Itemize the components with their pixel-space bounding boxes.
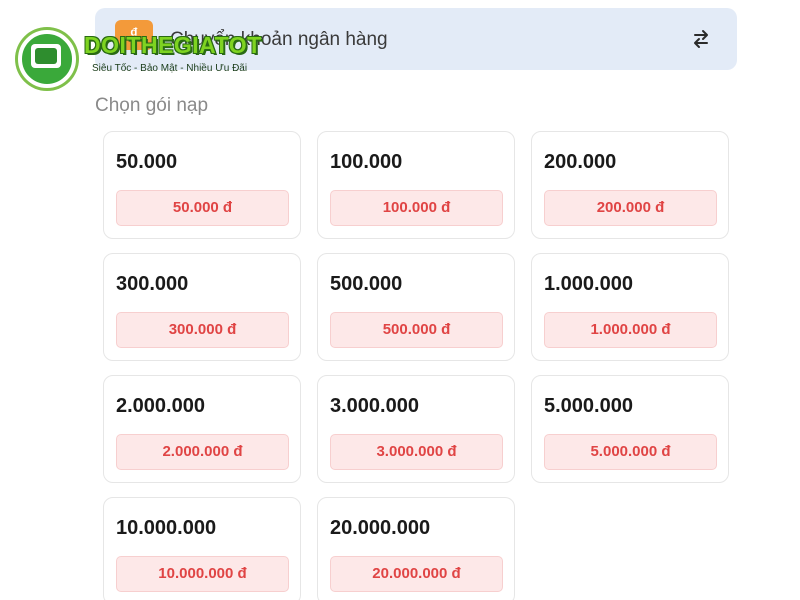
package-card[interactable]: 50.000 50.000 đ xyxy=(103,131,301,239)
package-amount: 300.000 xyxy=(116,273,189,295)
package-card[interactable]: 3.000.000 3.000.000 đ xyxy=(317,375,515,483)
package-card[interactable]: 10.000.000 10.000.000 đ xyxy=(103,497,301,600)
wallet-icon xyxy=(31,44,61,68)
package-amount: 1.000.000 xyxy=(544,273,633,295)
package-price: 10.000.000 đ xyxy=(116,556,289,592)
site-logo: DOITHEGIATOT Siêu Tốc - Bảo Mật - Nhiều … xyxy=(12,26,262,96)
package-price: 3.000.000 đ xyxy=(330,434,503,470)
package-card[interactable]: 300.000 300.000 đ xyxy=(103,253,301,361)
package-price: 2.000.000 đ xyxy=(116,434,289,470)
package-price: 100.000 đ xyxy=(330,190,503,226)
package-price: 500.000 đ xyxy=(330,312,503,348)
package-price: 50.000 đ xyxy=(116,190,289,226)
package-card[interactable]: 5.000.000 5.000.000 đ xyxy=(531,375,729,483)
package-price: 300.000 đ xyxy=(116,312,289,348)
package-card[interactable]: 200.000 200.000 đ xyxy=(531,131,729,239)
package-card[interactable]: 20.000.000 20.000.000 đ xyxy=(317,497,515,600)
package-amount: 100.000 xyxy=(330,151,403,173)
package-card[interactable]: 500.000 500.000 đ xyxy=(317,253,515,361)
swap-icon[interactable] xyxy=(691,29,711,49)
logo-title: DOITHEGIATOT xyxy=(84,32,262,58)
package-amount: 500.000 xyxy=(330,273,403,295)
package-amount: 10.000.000 xyxy=(116,517,217,539)
package-card[interactable]: 2.000.000 2.000.000 đ xyxy=(103,375,301,483)
logo-subtitle: Siêu Tốc - Bảo Mật - Nhiều Ưu Đãi xyxy=(92,63,248,74)
package-price: 200.000 đ xyxy=(544,190,717,226)
package-grid: 50.000 50.000 đ 100.000 100.000 đ 200.00… xyxy=(103,131,729,600)
package-price: 1.000.000 đ xyxy=(544,312,717,348)
package-amount: 20.000.000 xyxy=(330,517,431,539)
package-amount: 2.000.000 xyxy=(116,395,205,417)
package-card[interactable]: 100.000 100.000 đ xyxy=(317,131,515,239)
package-amount: 3.000.000 xyxy=(330,395,419,417)
package-amount: 50.000 xyxy=(116,151,178,173)
package-price: 20.000.000 đ xyxy=(330,556,503,592)
package-amount: 200.000 xyxy=(544,151,617,173)
package-card[interactable]: 1.000.000 1.000.000 đ xyxy=(531,253,729,361)
section-title: Chọn gói nạp xyxy=(95,95,209,116)
package-amount: 5.000.000 xyxy=(544,395,633,417)
package-price: 5.000.000 đ xyxy=(544,434,717,470)
